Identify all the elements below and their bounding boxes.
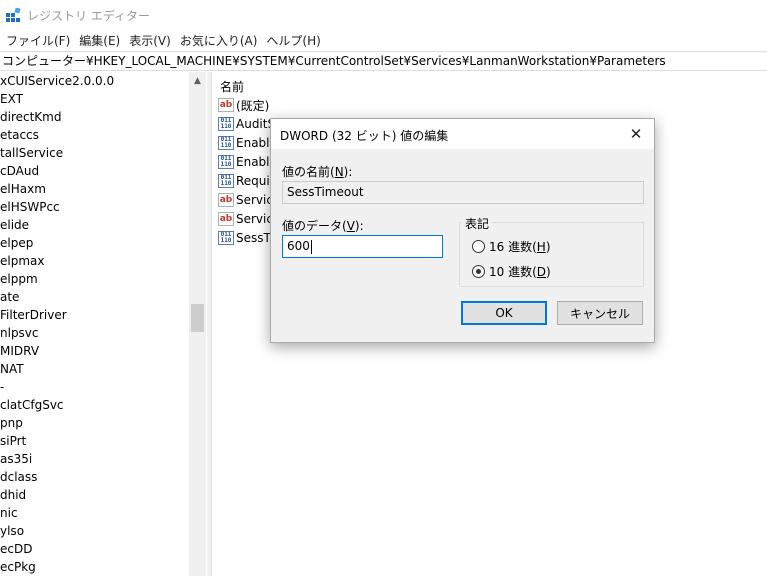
- radio-dec-label: 10 進数(D): [489, 265, 551, 279]
- menu-favorites[interactable]: お気に入り(A): [178, 32, 265, 49]
- tree-item[interactable]: ate: [0, 288, 19, 306]
- binary-value-icon: 011 110: [218, 135, 234, 151]
- list-item[interactable]: 011 110 AuditS: [218, 115, 275, 133]
- tree-item[interactable]: xCUIService2.0.0.0: [0, 72, 114, 90]
- window-title: レジストリ エディター: [27, 9, 150, 23]
- binary-value-icon: 011 110: [218, 230, 234, 246]
- text-caret: [310, 239, 312, 254]
- address-bar[interactable]: コンピューター¥HKEY_LOCAL_MACHINE¥SYSTEM¥Curren…: [0, 51, 767, 71]
- value-name-field: SessTimeout: [282, 181, 644, 204]
- tree-scrollbar[interactable]: ▲: [189, 72, 206, 576]
- tree-item[interactable]: elpep: [0, 234, 33, 252]
- tree-item[interactable]: nic: [0, 504, 18, 522]
- menu-edit[interactable]: 編集(E): [77, 32, 127, 49]
- pane-splitter[interactable]: [207, 72, 212, 576]
- tree-item[interactable]: siPrt: [0, 432, 26, 450]
- tree-item[interactable]: dclass: [0, 468, 37, 486]
- binary-value-icon: 011 110: [218, 173, 234, 189]
- list-item[interactable]: 011 110 Requir: [218, 172, 275, 190]
- title-bar: レジストリ エディター: [0, 0, 767, 30]
- tree-item[interactable]: elHaxm: [0, 180, 46, 198]
- tree-item[interactable]: MIDRV: [0, 342, 39, 360]
- list-item[interactable]: 011 110 Enable: [218, 153, 277, 171]
- menu-view[interactable]: 表示(V): [127, 32, 178, 49]
- tree-item[interactable]: dhid: [0, 486, 26, 504]
- tree-item[interactable]: ecPkg: [0, 558, 36, 576]
- close-icon[interactable]: ✕: [626, 124, 646, 144]
- binary-value-icon: 011 110: [218, 116, 234, 132]
- tree-item[interactable]: FilterDriver: [0, 306, 67, 324]
- tree-item[interactable]: nlpsvc: [0, 324, 39, 342]
- string-value-icon: ab: [218, 98, 234, 112]
- tree-item[interactable]: cDAud: [0, 162, 39, 180]
- tree-item[interactable]: ylso: [0, 522, 24, 540]
- string-value-icon: ab: [218, 212, 234, 226]
- scroll-up-icon[interactable]: ▲: [189, 72, 206, 89]
- tree-item[interactable]: NAT: [0, 360, 24, 378]
- tree-item[interactable]: clatCfgSvc: [0, 396, 64, 414]
- list-item[interactable]: 011 110 SessTi: [218, 229, 274, 247]
- tree-item[interactable]: elppm: [0, 270, 38, 288]
- radio-button-hex[interactable]: [472, 240, 485, 253]
- menu-bar: ファイル(F) 編集(E) 表示(V) お気に入り(A) ヘルプ(H): [0, 30, 767, 50]
- tree-item[interactable]: -: [0, 378, 4, 396]
- base-group-label: 表記: [462, 215, 493, 232]
- list-item-name: SessTi: [236, 231, 274, 245]
- list-item[interactable]: 011 110 Enable: [218, 134, 277, 152]
- ok-button[interactable]: OK: [461, 301, 547, 325]
- edit-dword-dialog: DWORD (32 ビット) 値の編集 ✕ 値の名前(N): SessTimeo…: [270, 118, 655, 343]
- list-item-name: Requir: [236, 174, 275, 188]
- string-value-icon: ab: [218, 193, 234, 207]
- tree-item[interactable]: etaccs: [0, 126, 39, 144]
- tree-item[interactable]: elide: [0, 216, 29, 234]
- registry-editor-icon: [6, 8, 21, 22]
- tree-item[interactable]: elHSWPcc: [0, 198, 60, 216]
- key-tree: xCUIService2.0.0.0 EXT directKmd etaccs tall…: [0, 72, 207, 576]
- value-name-label: 値の名前(N):: [282, 165, 353, 179]
- column-header-name[interactable]: 名前: [220, 78, 244, 95]
- list-item[interactable]: ab (既定): [218, 96, 269, 114]
- radio-button-dec[interactable]: [472, 265, 485, 278]
- tree-item[interactable]: ecDD: [0, 540, 32, 558]
- cancel-button[interactable]: キャンセル: [557, 301, 643, 325]
- radio-hex[interactable]: 16 進数(H): [472, 238, 551, 255]
- dialog-title: DWORD (32 ビット) 値の編集: [280, 129, 449, 143]
- tree-item[interactable]: EXT: [0, 90, 23, 108]
- list-item-name: (既定): [236, 98, 270, 113]
- scroll-thumb[interactable]: [191, 304, 204, 332]
- radio-hex-label: 16 進数(H): [489, 240, 551, 254]
- radio-dec[interactable]: 10 進数(D): [472, 263, 551, 280]
- dialog-title-bar: DWORD (32 ビット) 値の編集 ✕: [271, 119, 654, 149]
- tree-item[interactable]: pnp: [0, 414, 23, 432]
- tree-item[interactable]: directKmd: [0, 108, 61, 126]
- binary-value-icon: 011 110: [218, 154, 234, 170]
- value-data-input[interactable]: 600: [282, 235, 443, 258]
- tree-item[interactable]: as35i: [0, 450, 32, 468]
- menu-help[interactable]: ヘルプ(H): [264, 32, 327, 49]
- menu-file[interactable]: ファイル(F): [4, 32, 77, 49]
- tree-item[interactable]: tallService: [0, 144, 63, 162]
- tree-item[interactable]: elpmax: [0, 252, 44, 270]
- value-data-label: 値のデータ(V):: [282, 219, 364, 233]
